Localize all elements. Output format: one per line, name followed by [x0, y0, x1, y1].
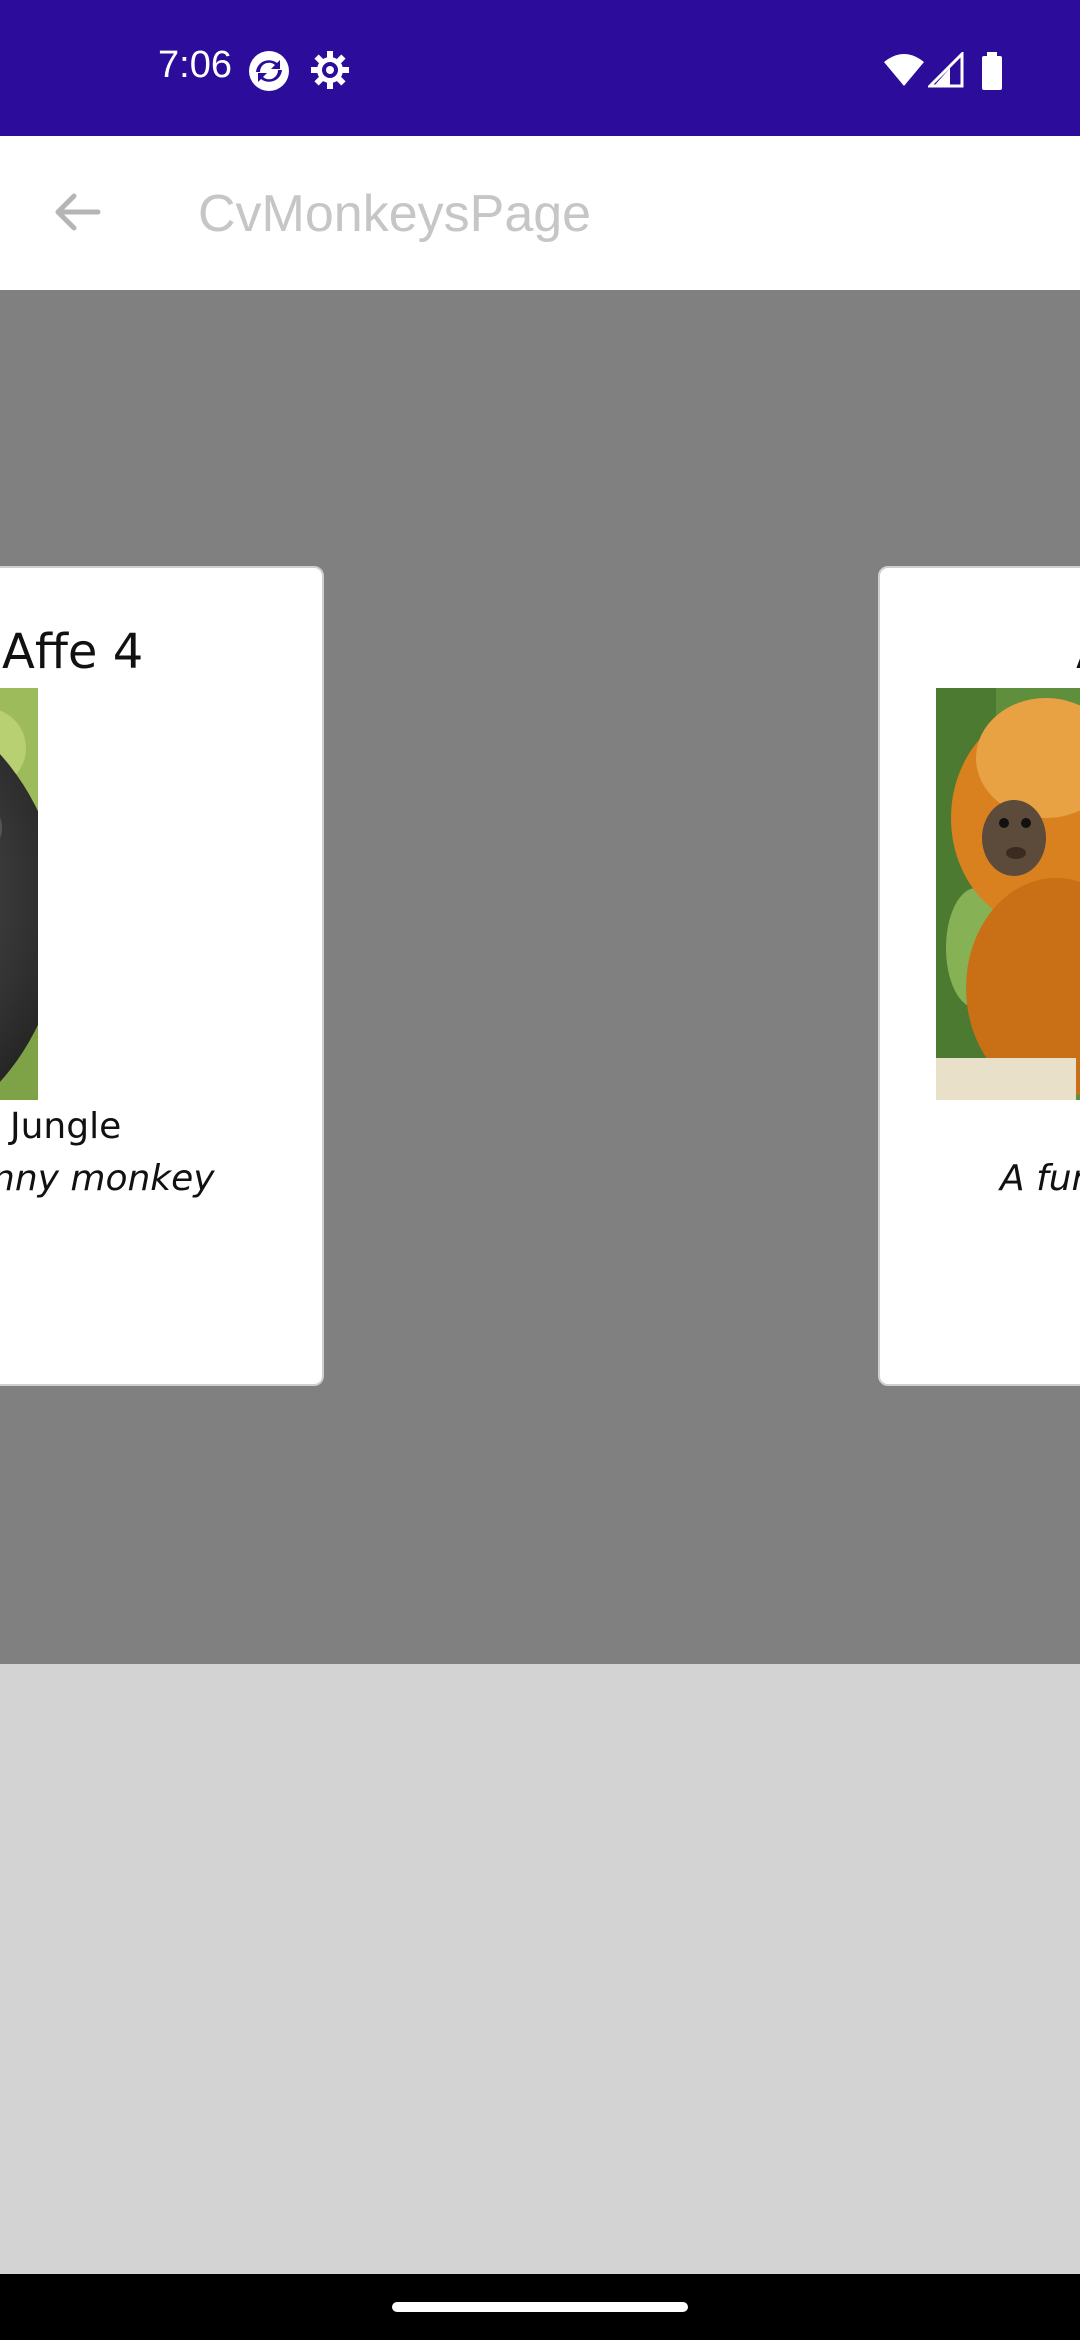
monkey-card[interactable]: Affe 4 Jungle nny monkey: [0, 566, 324, 1386]
card-location: Jungle: [10, 1106, 122, 1147]
card-title: A: [1076, 624, 1080, 680]
signal-icon: [926, 50, 964, 92]
golden-lion-tamarin-photo: [936, 688, 1080, 1100]
home-gesture-handle[interactable]: [392, 2302, 688, 2312]
settings-icon: [310, 50, 350, 94]
monkey-carousel[interactable]: Affe 4 Jungle nny monkey A fur: [0, 290, 1080, 1664]
back-button[interactable]: [40, 176, 112, 248]
card-title: Affe 4: [2, 624, 144, 680]
monkey-card[interactable]: A A fur: [878, 566, 1080, 1386]
status-bar: 7:06: [0, 0, 1080, 136]
battery-icon: [980, 52, 1004, 94]
card-details: nny monkey: [0, 1158, 215, 1199]
card-details: A fur: [1000, 1158, 1080, 1199]
page-title: CvMonkeysPage: [198, 185, 592, 243]
status-time: 7:06: [158, 44, 232, 86]
wifi-icon: [882, 52, 926, 92]
sync-icon: [248, 50, 290, 96]
macaque-photo: [0, 688, 38, 1100]
arrow-back-icon: [55, 193, 101, 231]
